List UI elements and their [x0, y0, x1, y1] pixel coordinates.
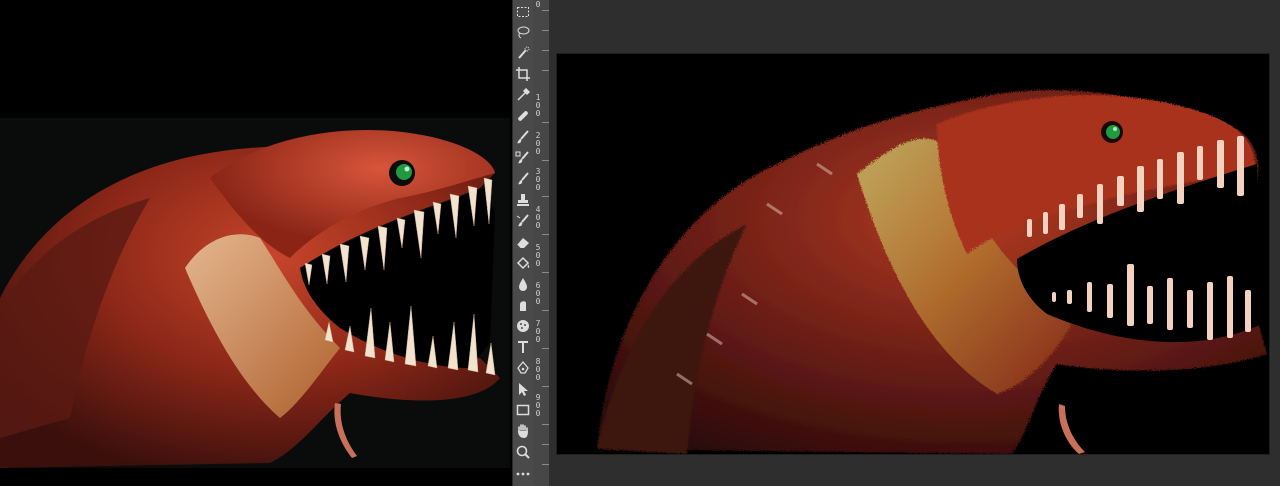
ruler-tick [542, 272, 549, 273]
ruler-tick [542, 30, 549, 31]
art-history-brush-icon[interactable] [515, 213, 531, 229]
ruler-tick [542, 234, 549, 235]
mixer-brush-icon[interactable] [515, 150, 531, 166]
blur-icon[interactable] [515, 276, 531, 292]
ruler-tick [542, 444, 549, 445]
more-tools-icon[interactable] [515, 466, 531, 482]
reference-fish-photo [0, 118, 510, 468]
ruler-tick [542, 50, 549, 51]
ruler-label: 0 [535, 259, 541, 268]
quick-selection-icon[interactable] [515, 45, 531, 61]
zoom-icon[interactable] [515, 444, 531, 460]
hand-icon[interactable] [515, 423, 531, 439]
ruler-tick [542, 310, 549, 311]
ruler-label: 0 [535, 147, 541, 156]
eraser-icon[interactable] [515, 234, 531, 250]
painted-fish-artwork [557, 54, 1269, 454]
ruler-tick [542, 424, 549, 425]
path-selection-icon[interactable] [515, 381, 531, 397]
history-brush-icon[interactable] [515, 171, 531, 187]
ruler-tick [542, 348, 549, 349]
ruler-tick [542, 464, 549, 465]
ruler-tick [542, 196, 549, 197]
ruler-label: 0 [535, 221, 541, 230]
sponge-icon[interactable] [515, 318, 531, 334]
ruler-label: 0 [535, 335, 541, 344]
ruler-tick [542, 10, 549, 11]
ruler-tick [542, 70, 549, 71]
ruler-tick [542, 160, 549, 161]
eyedropper-icon[interactable] [515, 87, 531, 103]
ruler-label: 0 [535, 409, 541, 418]
ruler-label: 0 [535, 183, 541, 192]
healing-brush-icon[interactable] [515, 108, 531, 124]
crop-icon[interactable] [515, 66, 531, 82]
paint-bucket-icon[interactable] [515, 255, 531, 271]
brush-icon[interactable] [515, 129, 531, 145]
rectangular-marquee-icon[interactable] [515, 4, 531, 20]
rectangle-shape-icon[interactable] [515, 402, 531, 418]
reference-image-panel [0, 0, 512, 486]
vertical-ruler[interactable]: 0 1 0 0 2 0 0 3 0 0 4 0 0 5 0 0 6 0 0 7 … [533, 0, 550, 486]
ruler-label: 0 [535, 373, 541, 382]
clone-stamp-icon[interactable] [515, 192, 531, 208]
smudge-icon[interactable] [515, 297, 531, 313]
tools-panel [512, 0, 534, 486]
ruler-label: 0 [535, 297, 541, 306]
ruler-tick [542, 386, 549, 387]
painting-canvas[interactable] [557, 54, 1269, 454]
lasso-icon[interactable] [515, 24, 531, 40]
ruler-tick [542, 122, 549, 123]
ruler-label: 0 [535, 0, 541, 9]
pen-icon[interactable] [515, 360, 531, 376]
ruler-label: 0 [535, 109, 541, 118]
type-icon[interactable] [515, 339, 531, 355]
